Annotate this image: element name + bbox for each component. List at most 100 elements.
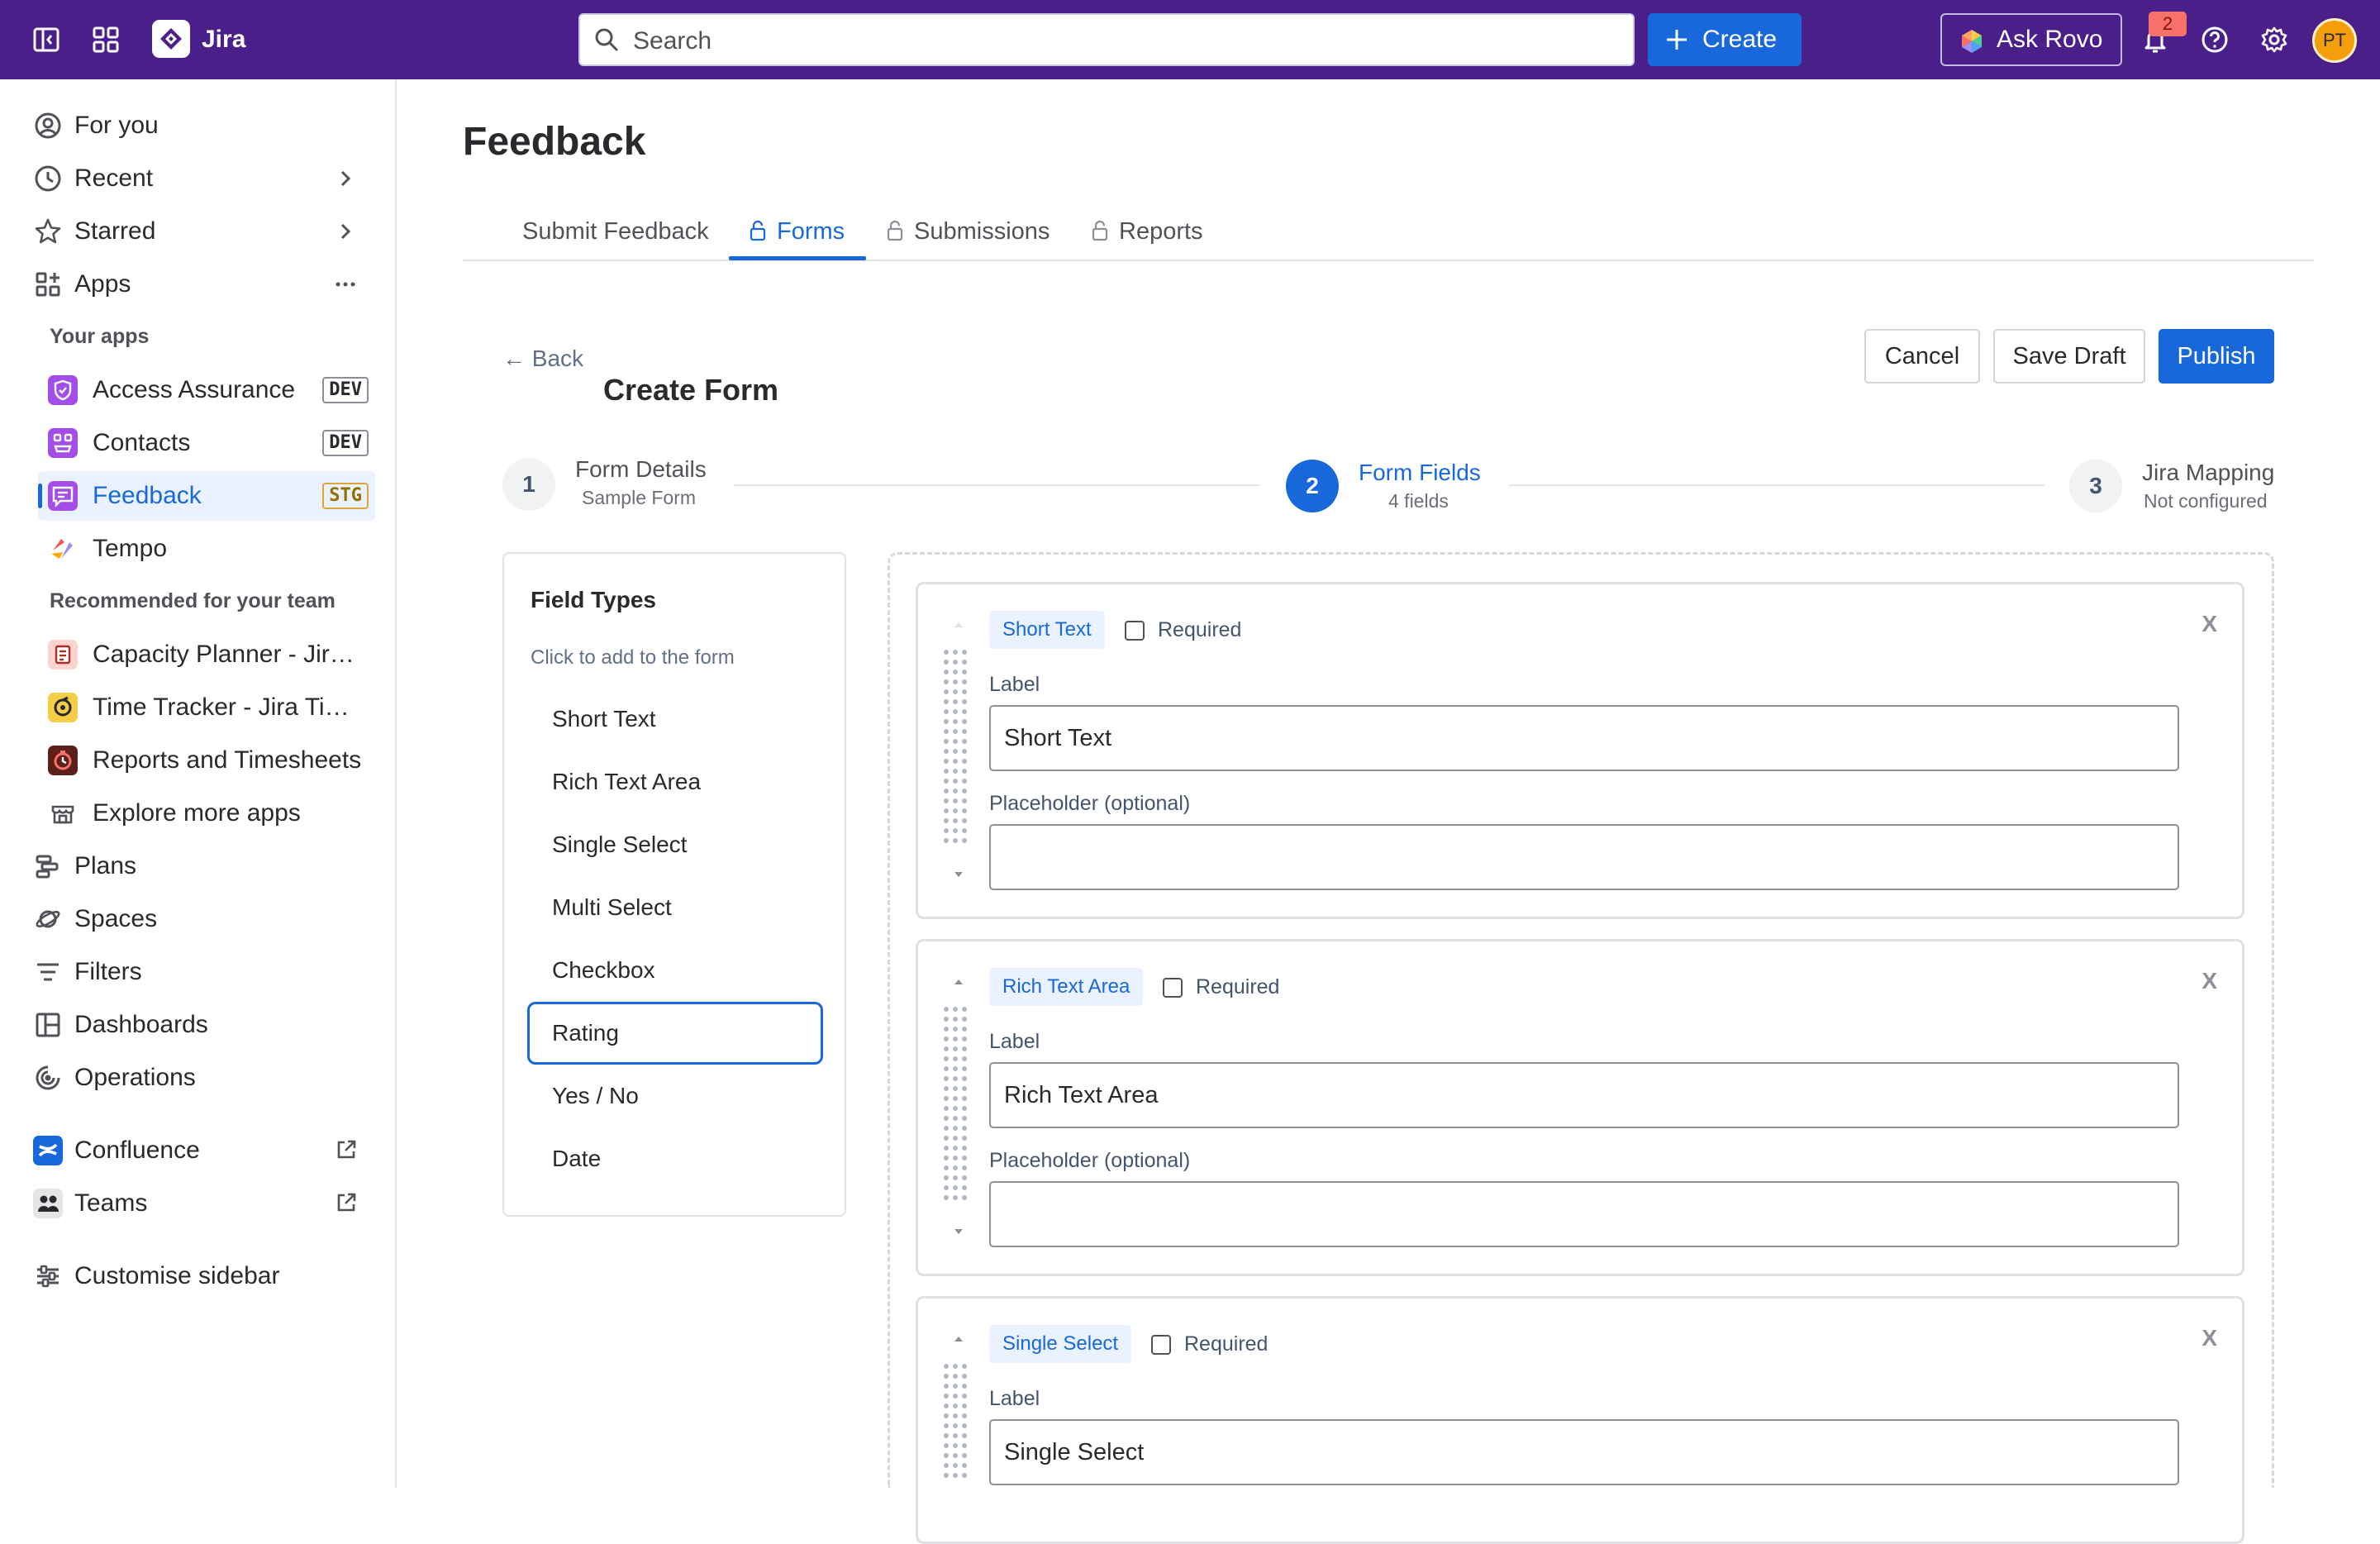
move-down-icon[interactable] [953, 870, 964, 879]
required-label: Required [1184, 1332, 1269, 1356]
sidebar-item-customise[interactable]: Customise sidebar [28, 1251, 375, 1301]
placeholder-caption: Placeholder (optional) [989, 792, 1191, 815]
sidebar-item-dashboards[interactable]: Dashboards [28, 1000, 375, 1050]
drag-handle-icon[interactable] [943, 1363, 968, 1487]
drag-handle-icon[interactable] [943, 649, 968, 852]
sidebar-app-access-assurance[interactable]: Access Assurance DEV [38, 365, 375, 415]
your-apps-heading: Your apps [50, 325, 150, 348]
sidebar-app-time-tracker[interactable]: Time Tracker - Jira Time Tracking [38, 683, 375, 732]
sidebar-item-confluence[interactable]: Confluence [28, 1126, 375, 1175]
tab-submit-feedback[interactable]: Submit Feedback [522, 217, 709, 246]
form-field-card[interactable]: Rich Text Area Required X Label Rich Tex… [916, 939, 2244, 1276]
field-label-input[interactable]: Short Text [989, 705, 2179, 771]
required-label: Required [1196, 975, 1280, 998]
field-type-yes-no[interactable]: Yes / No [527, 1065, 823, 1127]
remove-field-button[interactable]: X [2202, 968, 2217, 994]
app-name[interactable]: Jira [202, 25, 245, 55]
sidebar-app-reports-timesheets[interactable]: Reports and Timesheets [38, 736, 375, 785]
placeholder-caption: Placeholder (optional) [989, 1149, 1191, 1172]
avatar[interactable]: PT [2312, 18, 2357, 63]
step-2-subtitle: 4 fields [1388, 490, 1449, 512]
gear-icon[interactable] [2256, 21, 2292, 58]
remove-field-button[interactable]: X [2202, 611, 2217, 637]
confluence-logo-icon [31, 1134, 64, 1167]
remove-field-button[interactable]: X [2202, 1325, 2217, 1351]
apps-icon [31, 268, 64, 301]
back-link[interactable]: ← Back [502, 345, 583, 372]
field-placeholder-input[interactable] [989, 824, 2179, 890]
field-type-chip: Short Text [989, 611, 1105, 649]
tab-forms[interactable]: Forms [749, 217, 845, 246]
move-up-icon[interactable] [953, 1335, 964, 1343]
create-button[interactable]: Create [1648, 13, 1802, 66]
field-type-date[interactable]: Date [527, 1127, 823, 1190]
sidebar-explore-more-apps[interactable]: Explore more apps [38, 789, 375, 838]
sidebar-item-filters[interactable]: Filters [28, 947, 375, 997]
sidebar-item-label: For you [74, 112, 159, 139]
environment-tag: STG [322, 483, 369, 509]
sidebar-app-feedback[interactable]: Feedback STG [38, 471, 375, 521]
move-up-icon[interactable] [953, 621, 964, 629]
required-checkbox[interactable] [1163, 978, 1183, 998]
app-switcher-icon[interactable] [88, 21, 124, 58]
sidebar-item-recent[interactable]: Recent [28, 154, 375, 203]
field-type-checkbox[interactable]: Checkbox [527, 939, 823, 1002]
sidebar-app-label: Tempo [93, 535, 168, 562]
tab-submissions[interactable]: Submissions [886, 217, 1050, 246]
field-type-single-select[interactable]: Single Select [527, 813, 823, 876]
field-type-rating[interactable]: Rating [527, 1002, 823, 1065]
step-2-title[interactable]: Form Fields [1359, 460, 1481, 486]
sidebar-item-teams[interactable]: Teams [28, 1179, 375, 1228]
chevron-right-icon[interactable] [332, 218, 359, 245]
plus-icon [1664, 27, 1689, 52]
sidebar-item-starred[interactable]: Starred [28, 207, 375, 256]
sidebar-toggle-icon[interactable] [28, 21, 64, 58]
tab-reports[interactable]: Reports [1091, 217, 1203, 246]
sidebar-item-operations[interactable]: Operations [28, 1053, 375, 1103]
user-circle-icon [31, 109, 64, 142]
chevron-right-icon[interactable] [332, 165, 359, 192]
teams-icon [31, 1187, 64, 1220]
drag-handle-icon[interactable] [943, 1006, 968, 1209]
required-checkbox[interactable] [1125, 621, 1145, 641]
step-1-title[interactable]: Form Details [575, 456, 707, 483]
step-3-number[interactable]: 3 [2069, 460, 2122, 512]
help-icon[interactable] [2197, 21, 2233, 58]
field-type-multi-select[interactable]: Multi Select [527, 876, 823, 939]
sidebar-app-tempo[interactable]: Tempo [38, 524, 375, 574]
capacity-planner-icon [48, 640, 78, 670]
jira-logo-icon[interactable] [152, 20, 190, 58]
sidebar-app-label: Capacity Planner - Jira Capacity Plannin… [93, 641, 365, 668]
tab-label: Reports [1119, 218, 1203, 245]
field-type-short-text[interactable]: Short Text [527, 688, 823, 751]
form-field-card[interactable]: Short Text Required X Label Short Text P… [916, 582, 2244, 919]
step-3-title[interactable]: Jira Mapping [2142, 460, 2274, 486]
move-up-icon[interactable] [953, 978, 964, 986]
field-type-rich-text-area[interactable]: Rich Text Area [527, 751, 823, 813]
plans-icon [31, 850, 64, 883]
move-down-icon[interactable] [953, 1227, 964, 1236]
publish-button[interactable]: Publish [2159, 329, 2274, 384]
required-checkbox[interactable] [1151, 1335, 1171, 1355]
sidebar-item-plans[interactable]: Plans [28, 841, 375, 891]
step-2-number[interactable]: 2 [1286, 460, 1339, 512]
sidebar-item-label: Teams [74, 1189, 148, 1217]
sidebar-app-capacity-planner[interactable]: Capacity Planner - Jira Capacity Plannin… [38, 630, 375, 679]
tab-label: Submit Feedback [522, 218, 709, 245]
field-label-input[interactable]: Rich Text Area [989, 1062, 2179, 1128]
field-placeholder-input[interactable] [989, 1181, 2179, 1247]
cancel-button[interactable]: Cancel [1864, 329, 1980, 384]
star-icon [31, 215, 64, 248]
ask-rovo-button[interactable]: Ask Rovo [1940, 13, 2122, 66]
form-title: Create Form [603, 373, 779, 407]
search-input[interactable]: Search [578, 13, 1635, 66]
form-field-card[interactable]: Single Select Required X Label Single Se… [916, 1296, 2244, 1544]
field-label-input[interactable]: Single Select [989, 1419, 2179, 1485]
sidebar-item-spaces[interactable]: Spaces [28, 894, 375, 944]
sidebar-app-contacts[interactable]: Contacts DEV [38, 418, 375, 468]
sidebar-item-for-you[interactable]: For you [28, 101, 375, 150]
sidebar-item-apps[interactable]: Apps [28, 260, 375, 309]
step-1-number[interactable]: 1 [502, 458, 555, 511]
save-draft-button[interactable]: Save Draft [1993, 329, 2145, 384]
more-options-icon[interactable] [332, 271, 359, 298]
